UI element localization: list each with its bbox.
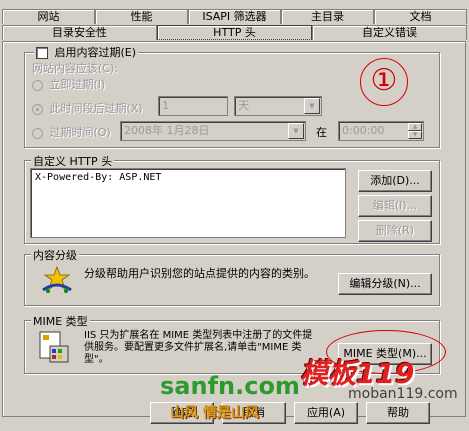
option-immediate-row[interactable]: 立即过期(I) <box>32 76 105 92</box>
chevron-down-icon[interactable]: ▼ <box>288 123 304 139</box>
expire-time-field[interactable]: 0:00:00 ▲ ▼ <box>338 121 424 141</box>
spin-up-icon[interactable]: ▲ <box>408 123 422 131</box>
mime-description: IIS 只为扩展名在 MIME 类型列表中注册了的文件提供服务。要配置更多文件扩… <box>84 330 313 365</box>
tab-row-top: 网站 性能 ISAPI 筛选器 主目录 文档 <box>2 9 467 24</box>
annotation-circled-one: ① <box>360 58 408 106</box>
custom-headers-list[interactable]: X-Powered-By: ASP.NET <box>30 168 346 238</box>
expiration-subtitle: 网站内容应该(C): <box>32 62 118 75</box>
annotation-number: ① <box>370 63 398 98</box>
watermark-right-sub-text: moban119.com <box>348 386 458 402</box>
tab-directory-security[interactable]: 目录安全性 <box>2 25 157 40</box>
content-rating-title: 内容分级 <box>31 247 79 263</box>
spin-down-icon[interactable]: ▼ <box>408 131 422 139</box>
expire-after-value: 1 <box>162 99 169 112</box>
tab-http-headers[interactable]: HTTP 头 <box>157 25 312 40</box>
expire-after-value-field[interactable]: 1 <box>158 96 228 116</box>
watermark-left-sub: 山风 情是山风 <box>170 402 259 422</box>
at-label: 在 <box>316 126 327 139</box>
option-after-row[interactable]: 此时间段后过期(X) <box>32 100 143 116</box>
enable-expiration-text: 启用内容过期(E) <box>54 46 137 59</box>
delete-header-button[interactable]: 删除(R) <box>358 220 432 242</box>
help-button[interactable]: 帮助 <box>366 402 430 424</box>
custom-headers-title: 自定义 HTTP 头 <box>31 153 115 169</box>
expire-after-unit-select[interactable]: 天 ▼ <box>234 96 322 116</box>
edit-ratings-button[interactable]: 编辑分级(N)... <box>338 273 432 295</box>
expiration-title-bg: 启用内容过期(E) <box>34 44 139 60</box>
edit-header-button[interactable]: 编辑(I)... <box>358 195 432 217</box>
tab-performance[interactable]: 性能 <box>95 9 188 24</box>
rating-icon <box>40 265 74 294</box>
expire-after-radio[interactable] <box>32 103 43 115</box>
mime-title: MIME 类型 <box>31 313 90 329</box>
tab-home-directory[interactable]: 主目录 <box>281 9 374 24</box>
expire-after-unit: 天 <box>238 99 249 112</box>
expire-date-picker[interactable]: 2008年 1月28日 ▼ <box>120 121 306 141</box>
option-at-row[interactable]: 过期时间(O) <box>32 124 111 140</box>
expire-at-radio[interactable] <box>32 127 43 139</box>
expire-after-label: 此时间段后过期(X) <box>49 102 143 115</box>
expire-date-value: 2008年 1月28日 <box>124 124 210 137</box>
apply-button[interactable]: 应用(A) <box>294 402 358 424</box>
expire-immediately-radio[interactable] <box>32 79 43 91</box>
mime-icon <box>38 330 72 364</box>
tab-custom-errors[interactable]: 自定义错误 <box>312 25 467 40</box>
expire-immediately-label: 立即过期(I) <box>49 78 106 91</box>
add-header-button[interactable]: 添加(D)... <box>358 170 432 192</box>
tab-row-bottom: 目录安全性 HTTP 头 自定义错误 <box>2 25 467 41</box>
watermark-left: sanfn.com <box>160 372 300 400</box>
watermark-right-sub: moban119.com <box>348 386 458 402</box>
tab-documents[interactable]: 文档 <box>374 9 467 24</box>
content-rating-description: 分级帮助用户识别您的站点提供的内容的类别。 <box>84 267 315 280</box>
chevron-down-icon[interactable]: ▼ <box>304 98 320 114</box>
expire-time-value: 0:00:00 <box>342 124 385 137</box>
expire-at-label: 过期时间(O) <box>49 126 111 139</box>
tab-isapi-filters[interactable]: ISAPI 筛选器 <box>188 9 281 24</box>
watermark-left-sub-text: 山风 情是山风 <box>170 405 259 421</box>
enable-expiration-checkbox-box[interactable] <box>36 47 48 59</box>
watermark-left-text: sanfn.com <box>160 372 300 400</box>
tab-website[interactable]: 网站 <box>2 9 95 24</box>
list-item[interactable]: X-Powered-By: ASP.NET <box>35 172 341 183</box>
